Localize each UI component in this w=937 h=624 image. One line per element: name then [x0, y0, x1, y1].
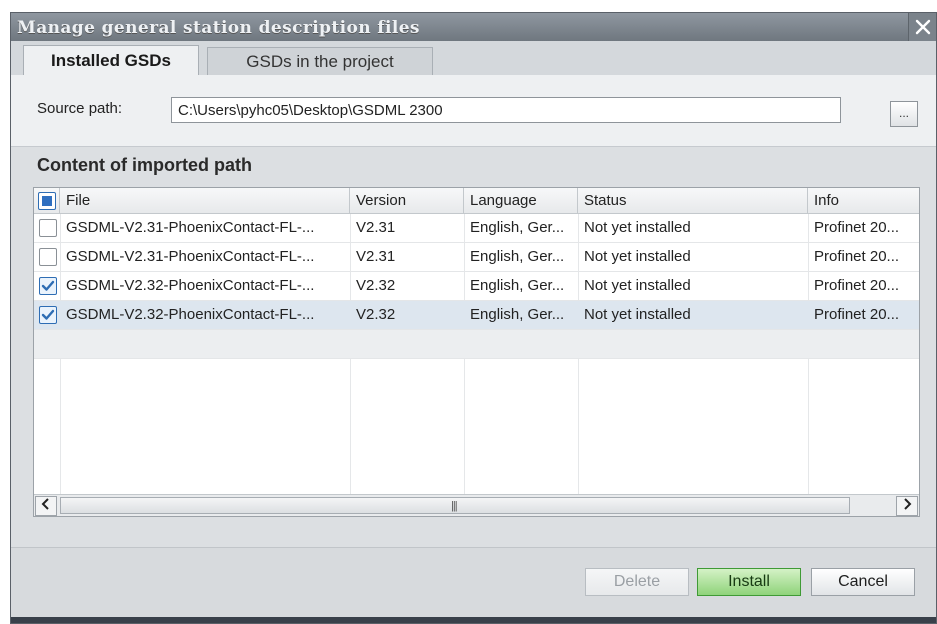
cell-language: English, Ger... — [470, 219, 565, 236]
table-row[interactable]: GSDML-V2.31-PhoenixContact-FL-... V2.31 … — [34, 243, 919, 272]
cell-language: English, Ger... — [470, 306, 565, 323]
cell-info: Profinet 20... — [814, 248, 900, 265]
checkmark-icon — [41, 280, 55, 291]
cell-version: V2.32 — [356, 277, 396, 294]
cell-status: Not yet installed — [584, 219, 691, 236]
select-all-checkbox[interactable] — [38, 192, 56, 210]
close-icon — [915, 19, 930, 35]
header-select-all — [34, 188, 60, 214]
cell-language: English, Ger... — [470, 277, 565, 294]
gsd-manager-dialog: Manage general station description files… — [10, 12, 937, 624]
cell-language: English, Ger... — [470, 248, 565, 265]
column-header-language[interactable]: Language — [464, 188, 578, 214]
cell-file: GSDML-V2.31-PhoenixContact-FL-... — [66, 219, 315, 236]
cell-info: Profinet 20... — [814, 306, 900, 323]
source-path-row: Source path: ... — [11, 75, 936, 147]
chevron-left-icon — [41, 498, 49, 510]
dialog-footer: Delete Install Cancel — [11, 547, 936, 623]
row-checkbox[interactable] — [39, 306, 57, 324]
row-checkbox[interactable] — [39, 277, 57, 295]
cell-file: GSDML-V2.32-PhoenixContact-FL-... — [66, 277, 315, 294]
column-header-info[interactable]: Info — [808, 188, 919, 214]
cell-status: Not yet installed — [584, 306, 691, 323]
install-button[interactable]: Install — [697, 568, 801, 596]
checkmark-icon — [41, 309, 55, 320]
gsd-file-table: File Version Language Status Info GSDML-… — [33, 187, 920, 517]
tab-gsds-in-project[interactable]: GSDs in the project — [207, 47, 433, 75]
tab-installed-gsds[interactable]: Installed GSDs — [23, 45, 199, 75]
cell-file: GSDML-V2.31-PhoenixContact-FL-... — [66, 248, 315, 265]
source-path-input[interactable] — [171, 97, 841, 123]
column-header-file[interactable]: File — [60, 188, 350, 214]
grip-icon: ||| — [451, 500, 458, 512]
cell-status: Not yet installed — [584, 277, 691, 294]
table-row[interactable]: GSDML-V2.32-PhoenixContact-FL-... V2.32 … — [34, 272, 919, 301]
scroll-thumb[interactable]: ||| — [60, 497, 850, 514]
cell-version: V2.31 — [356, 219, 396, 236]
delete-button[interactable]: Delete — [585, 568, 689, 596]
cell-status: Not yet installed — [584, 248, 691, 265]
tab-strip: Installed GSDs GSDs in the project — [11, 41, 936, 75]
title-bar: Manage general station description files — [11, 13, 936, 41]
bottom-border — [11, 617, 936, 623]
chevron-right-icon — [904, 498, 912, 510]
table-row-empty — [34, 330, 919, 359]
cell-version: V2.32 — [356, 306, 396, 323]
row-checkbox[interactable] — [39, 248, 57, 266]
cell-file: GSDML-V2.32-PhoenixContact-FL-... — [66, 306, 315, 323]
dialog-title: Manage general station description files — [17, 18, 420, 38]
cell-info: Profinet 20... — [814, 277, 900, 294]
section-title: Content of imported path — [37, 155, 252, 175]
cell-version: V2.31 — [356, 248, 396, 265]
cancel-button[interactable]: Cancel — [811, 568, 915, 596]
content-panel: Content of imported path File Version La… — [11, 147, 936, 547]
table-row[interactable]: GSDML-V2.31-PhoenixContact-FL-... V2.31 … — [34, 214, 919, 243]
cell-info: Profinet 20... — [814, 219, 900, 236]
scroll-left-button[interactable] — [35, 496, 57, 516]
source-path-label: Source path: — [37, 100, 123, 117]
row-checkbox[interactable] — [39, 219, 57, 237]
column-header-status[interactable]: Status — [578, 188, 808, 214]
horizontal-scrollbar[interactable]: ||| — [34, 494, 919, 516]
browse-button[interactable]: ... — [890, 101, 918, 127]
column-header-version[interactable]: Version — [350, 188, 464, 214]
scroll-right-button[interactable] — [896, 496, 918, 516]
close-button[interactable] — [908, 13, 936, 41]
table-row[interactable]: GSDML-V2.32-PhoenixContact-FL-... V2.32 … — [34, 301, 919, 330]
